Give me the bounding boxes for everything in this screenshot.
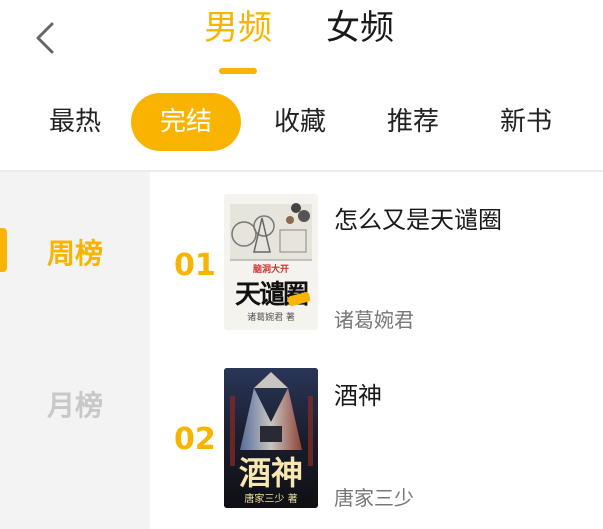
tab-monthly-rank[interactable]: 月榜 bbox=[0, 384, 150, 424]
tab-male[interactable]: 男频 bbox=[204, 8, 272, 48]
category-bar: 最热 完结 收藏 推荐 新书 bbox=[0, 90, 603, 154]
tab-female[interactable]: 女频 bbox=[326, 8, 394, 48]
book-list-item[interactable]: 02 酒神 唐家三少 著 酒神 唐家三少 bbox=[150, 342, 603, 529]
category-hot[interactable]: 最热 bbox=[20, 93, 130, 151]
category-new[interactable]: 新书 bbox=[471, 93, 581, 151]
chevron-left-icon[interactable] bbox=[28, 18, 68, 58]
cover-author: 唐家三少 著 bbox=[244, 494, 298, 505]
top-bar: 男频 女频 bbox=[0, 0, 603, 82]
active-tab-underline bbox=[219, 68, 257, 74]
book-author: 诸葛婉君 bbox=[334, 308, 414, 332]
ranking-sidebar: 周榜 月榜 bbox=[0, 172, 150, 529]
category-completed[interactable]: 完结 bbox=[131, 93, 241, 151]
category-recommended[interactable]: 推荐 bbox=[358, 93, 468, 151]
book-rank: 01 bbox=[174, 248, 216, 283]
book-author: 唐家三少 bbox=[334, 486, 414, 510]
cover-title: 酒神 bbox=[238, 454, 303, 492]
book-title[interactable]: 酒神 bbox=[334, 376, 382, 411]
book-title[interactable]: 怎么又是天谴圈 bbox=[334, 200, 502, 235]
book-list-item[interactable]: 01 脑洞大开 天谴圈 诸葛婉君 著 怎么又是天谴圈 诸葛婉君 bbox=[150, 172, 603, 342]
book-rank: 02 bbox=[174, 422, 216, 457]
category-favorites[interactable]: 收藏 bbox=[245, 93, 355, 151]
book-cover[interactable]: 酒神 唐家三少 著 bbox=[224, 368, 318, 508]
book-cover[interactable]: 脑洞大开 天谴圈 诸葛婉君 著 bbox=[224, 194, 318, 330]
cover-author: 诸葛婉君 著 bbox=[247, 313, 295, 323]
tab-weekly-rank[interactable]: 周榜 bbox=[0, 232, 150, 272]
